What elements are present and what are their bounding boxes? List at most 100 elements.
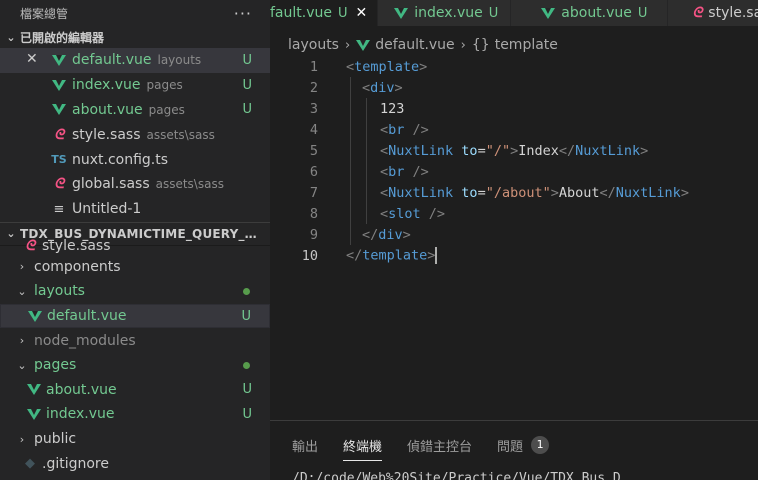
braces-symbol-icon: {} bbox=[471, 37, 490, 53]
line-number: 3 bbox=[309, 100, 318, 117]
more-actions-icon[interactable]: ··· bbox=[234, 4, 252, 23]
panel-tab-bar: 輸出 終端機 偵錯主控台 問題 1 bbox=[270, 421, 758, 469]
ts-file-icon: TS bbox=[51, 153, 67, 167]
open-editor-name: Untitled-1 bbox=[72, 201, 142, 218]
vue-file-icon bbox=[50, 52, 68, 68]
tab-label: style.sass bbox=[708, 5, 758, 21]
tree-item-index-vue[interactable]: index.vue U bbox=[0, 402, 270, 427]
file-tree: ᘓ style.sass › components ⌄ layouts defa… bbox=[0, 238, 270, 476]
tree-item-gitignore[interactable]: ◆ .gitignore bbox=[0, 451, 270, 476]
tree-item-default-vue[interactable]: default.vue U bbox=[0, 303, 270, 329]
explorer-title: 檔案總管 bbox=[20, 6, 69, 21]
git-status-badge: U bbox=[488, 5, 499, 21]
breadcrumb-file[interactable]: default.vue bbox=[375, 37, 454, 53]
line-number: 4 bbox=[309, 121, 318, 138]
tree-item-label: index.vue bbox=[46, 406, 115, 423]
code-line: 2 <div> bbox=[270, 77, 758, 98]
code-line: 9 </div> bbox=[270, 224, 758, 245]
line-number: 9 bbox=[309, 226, 318, 243]
tab-problems[interactable]: 問題 1 bbox=[497, 431, 550, 459]
open-editor-name: about.vue bbox=[72, 101, 143, 118]
open-editor-item-index-vue[interactable]: index.vue pages U bbox=[0, 73, 270, 98]
vue-file-icon bbox=[541, 5, 556, 21]
open-editor-item-about-vue[interactable]: about.vue pages U bbox=[0, 98, 270, 123]
open-editor-item-global-sass[interactable]: ᘓ global.sass assets\sass bbox=[0, 172, 270, 197]
line-number: 2 bbox=[309, 79, 318, 96]
line-number: 7 bbox=[309, 184, 318, 201]
tab-problems-label: 問題 bbox=[497, 439, 524, 455]
tab-debug-console[interactable]: 偵錯主控台 bbox=[407, 431, 472, 459]
breadcrumb-folder[interactable]: layouts bbox=[288, 37, 339, 53]
open-editor-name: nuxt.config.ts bbox=[72, 151, 169, 168]
git-file-icon: ◆ bbox=[25, 456, 35, 472]
close-icon[interactable]: ✕ bbox=[356, 5, 368, 21]
tab-default-vue[interactable]: fault.vue U ✕ bbox=[270, 0, 379, 26]
git-status-badge: U bbox=[637, 5, 648, 21]
vue-file-icon bbox=[394, 5, 409, 21]
code-editor[interactable]: 1 <template> 2 <div> 3 123 4 <br /> 5 <N… bbox=[270, 56, 758, 420]
vue-file-icon bbox=[50, 102, 68, 118]
git-status-badge: U bbox=[242, 102, 252, 118]
open-editor-item-default-vue[interactable]: ✕ default.vue layouts U bbox=[0, 48, 270, 73]
tab-label: index.vue bbox=[414, 5, 483, 21]
tree-item-about-vue[interactable]: about.vue U bbox=[0, 378, 270, 403]
tree-item-layouts[interactable]: ⌄ layouts bbox=[0, 279, 270, 304]
git-status-badge: U bbox=[242, 382, 252, 398]
code-line: 6 <br /> bbox=[270, 161, 758, 182]
code-line: 3 123 bbox=[270, 98, 758, 119]
chevron-right-icon: › bbox=[19, 260, 25, 274]
modified-dot-icon bbox=[243, 287, 250, 295]
chevron-right-icon: › bbox=[19, 334, 25, 348]
sass-file-icon: ᘓ bbox=[54, 176, 64, 193]
open-editor-item-untitled[interactable]: ≡ Untitled-1 bbox=[0, 197, 270, 222]
tree-item-label: layouts bbox=[34, 283, 85, 300]
open-editor-item-style-sass[interactable]: ᘓ style.sass assets\sass bbox=[0, 122, 270, 147]
open-editor-desc: layouts bbox=[157, 53, 202, 68]
sass-file-icon: ᘓ bbox=[692, 5, 703, 21]
open-editor-item-nuxt-config[interactable]: TS nuxt.config.ts bbox=[0, 147, 270, 172]
vue-file-icon bbox=[26, 382, 42, 398]
sass-file-icon: ᘓ bbox=[54, 126, 64, 143]
chevron-right-icon: › bbox=[460, 37, 466, 53]
git-status-badge: U bbox=[242, 52, 252, 68]
open-editor-name: global.sass bbox=[72, 176, 150, 193]
line-number: 1 bbox=[309, 58, 318, 75]
code-line-current: 10 </template> bbox=[270, 245, 758, 266]
tree-item-pages[interactable]: ⌄ pages bbox=[0, 353, 270, 378]
open-editor-name: index.vue bbox=[72, 77, 141, 94]
tree-item-label: node_modules bbox=[34, 332, 136, 349]
terminal-output-line[interactable]: /D:/code/Web%20Site/Practice/Vue/TDX_Bus… bbox=[292, 471, 621, 480]
code-line: 4 <br /> bbox=[270, 119, 758, 140]
line-number: 6 bbox=[309, 163, 318, 180]
tree-item-label: default.vue bbox=[47, 308, 127, 325]
code-line: 1 <template> bbox=[270, 56, 758, 77]
editor-tab-bar: fault.vue U ✕ index.vue U about.vue U ᘓ … bbox=[270, 0, 758, 26]
close-icon[interactable]: ✕ bbox=[26, 51, 38, 67]
open-editor-desc: pages bbox=[148, 102, 185, 117]
tab-output[interactable]: 輸出 bbox=[292, 431, 318, 459]
open-editor-desc: assets\sass bbox=[155, 177, 224, 192]
vue-file-icon bbox=[26, 406, 42, 422]
open-editor-name: default.vue bbox=[72, 52, 152, 69]
tab-style-sass[interactable]: ᘓ style.sass bbox=[668, 0, 758, 26]
breadcrumb: layouts › default.vue › {} template bbox=[288, 34, 558, 56]
bottom-panel: 輸出 終端機 偵錯主控台 問題 1 /D:/code/Web%20Site/Pr… bbox=[270, 420, 758, 480]
text-cursor bbox=[435, 247, 438, 264]
tree-item-components[interactable]: › components bbox=[0, 255, 270, 280]
text-file-icon: ≡ bbox=[53, 201, 65, 217]
tab-index-vue[interactable]: index.vue U bbox=[378, 0, 512, 26]
tree-item-node-modules[interactable]: › node_modules bbox=[0, 328, 270, 353]
tab-label: fault.vue bbox=[270, 5, 332, 21]
tab-about-vue[interactable]: about.vue U bbox=[511, 0, 669, 26]
breadcrumb-symbol[interactable]: template bbox=[495, 37, 558, 53]
git-status-badge: U bbox=[242, 406, 252, 422]
tree-item-style-sass[interactable]: ᘓ style.sass bbox=[0, 238, 270, 255]
line-number: 10 bbox=[301, 247, 318, 264]
chevron-right-icon: › bbox=[19, 432, 25, 446]
code-line: 8 <slot /> bbox=[270, 203, 758, 224]
tab-terminal[interactable]: 終端機 bbox=[343, 431, 383, 461]
explorer-sidebar: 檔案總管 ··· ⌄ 已開啟的編輯器 ✕ default.vue layouts… bbox=[0, 0, 270, 480]
tree-item-public[interactable]: › public bbox=[0, 427, 270, 452]
open-editors-header[interactable]: ⌄ 已開啟的編輯器 bbox=[0, 26, 270, 48]
vue-file-icon bbox=[50, 77, 68, 93]
